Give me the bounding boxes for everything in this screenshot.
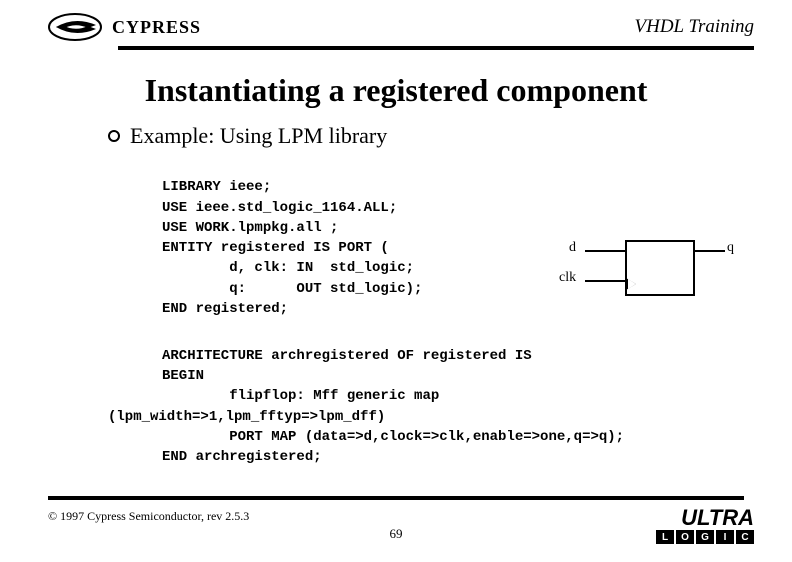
bullet-item: Example: Using LPM library	[108, 123, 792, 149]
wire-d	[585, 250, 625, 252]
footer-rule	[48, 496, 744, 500]
page-number: 69	[390, 526, 403, 542]
logic-letter: C	[736, 530, 754, 544]
flipflop-diagram: d clk q	[565, 240, 735, 310]
code-line: (lpm_width=>1,lpm_fftyp=>lpm_dff)	[108, 409, 385, 425]
bullet-text: Example: Using LPM library	[130, 123, 387, 149]
logic-boxes: L O G I C	[656, 530, 754, 544]
code-arch-block: ARCHITECTURE archregistered OF registere…	[108, 325, 792, 467]
code-line: USE WORK.lpmpkg.all ;	[162, 220, 338, 236]
code-line: q: OUT std_logic);	[162, 281, 422, 297]
logic-letter: O	[676, 530, 694, 544]
code-line: d, clk: IN std_logic;	[162, 260, 414, 276]
label-clk: clk	[559, 270, 576, 286]
copyright: © 1997 Cypress Semiconductor, rev 2.5.3	[48, 509, 249, 524]
course-title: VHDL Training	[635, 16, 755, 38]
code-line: LIBRARY ieee;	[162, 179, 271, 195]
code-line: BEGIN	[108, 366, 204, 386]
code-line: USE ieee.std_logic_1164.ALL;	[162, 200, 397, 216]
wire-q	[695, 250, 725, 252]
code-line: flipflop: Mff generic map	[108, 386, 439, 406]
logic-letter: G	[696, 530, 714, 544]
logic-letter: L	[656, 530, 674, 544]
code-line: END archregistered;	[108, 447, 322, 467]
slide-title: Instantiating a registered component	[0, 72, 792, 109]
ultra-text: ULTRA	[656, 508, 754, 528]
cypress-logo: CYPRESS	[48, 12, 201, 42]
header-rule	[118, 46, 754, 50]
code-line: END registered;	[162, 301, 288, 317]
logic-letter: I	[716, 530, 734, 544]
bullet-icon	[108, 130, 120, 142]
label-q: q	[727, 240, 734, 256]
wire-clk	[585, 280, 625, 282]
cypress-swoosh-icon	[48, 12, 106, 42]
code-line: ARCHITECTURE archregistered OF registere…	[108, 346, 532, 366]
slide-header: CYPRESS VHDL Training	[0, 0, 792, 42]
brand-text: CYPRESS	[112, 17, 201, 38]
code-line: PORT MAP (data=>d,clock=>clk,enable=>one…	[108, 427, 624, 447]
ultra-logic-logo: ULTRA L O G I C	[656, 508, 754, 544]
label-d: d	[569, 240, 576, 256]
flipflop-box-icon	[625, 240, 695, 296]
code-line: ENTITY registered IS PORT (	[162, 240, 389, 256]
